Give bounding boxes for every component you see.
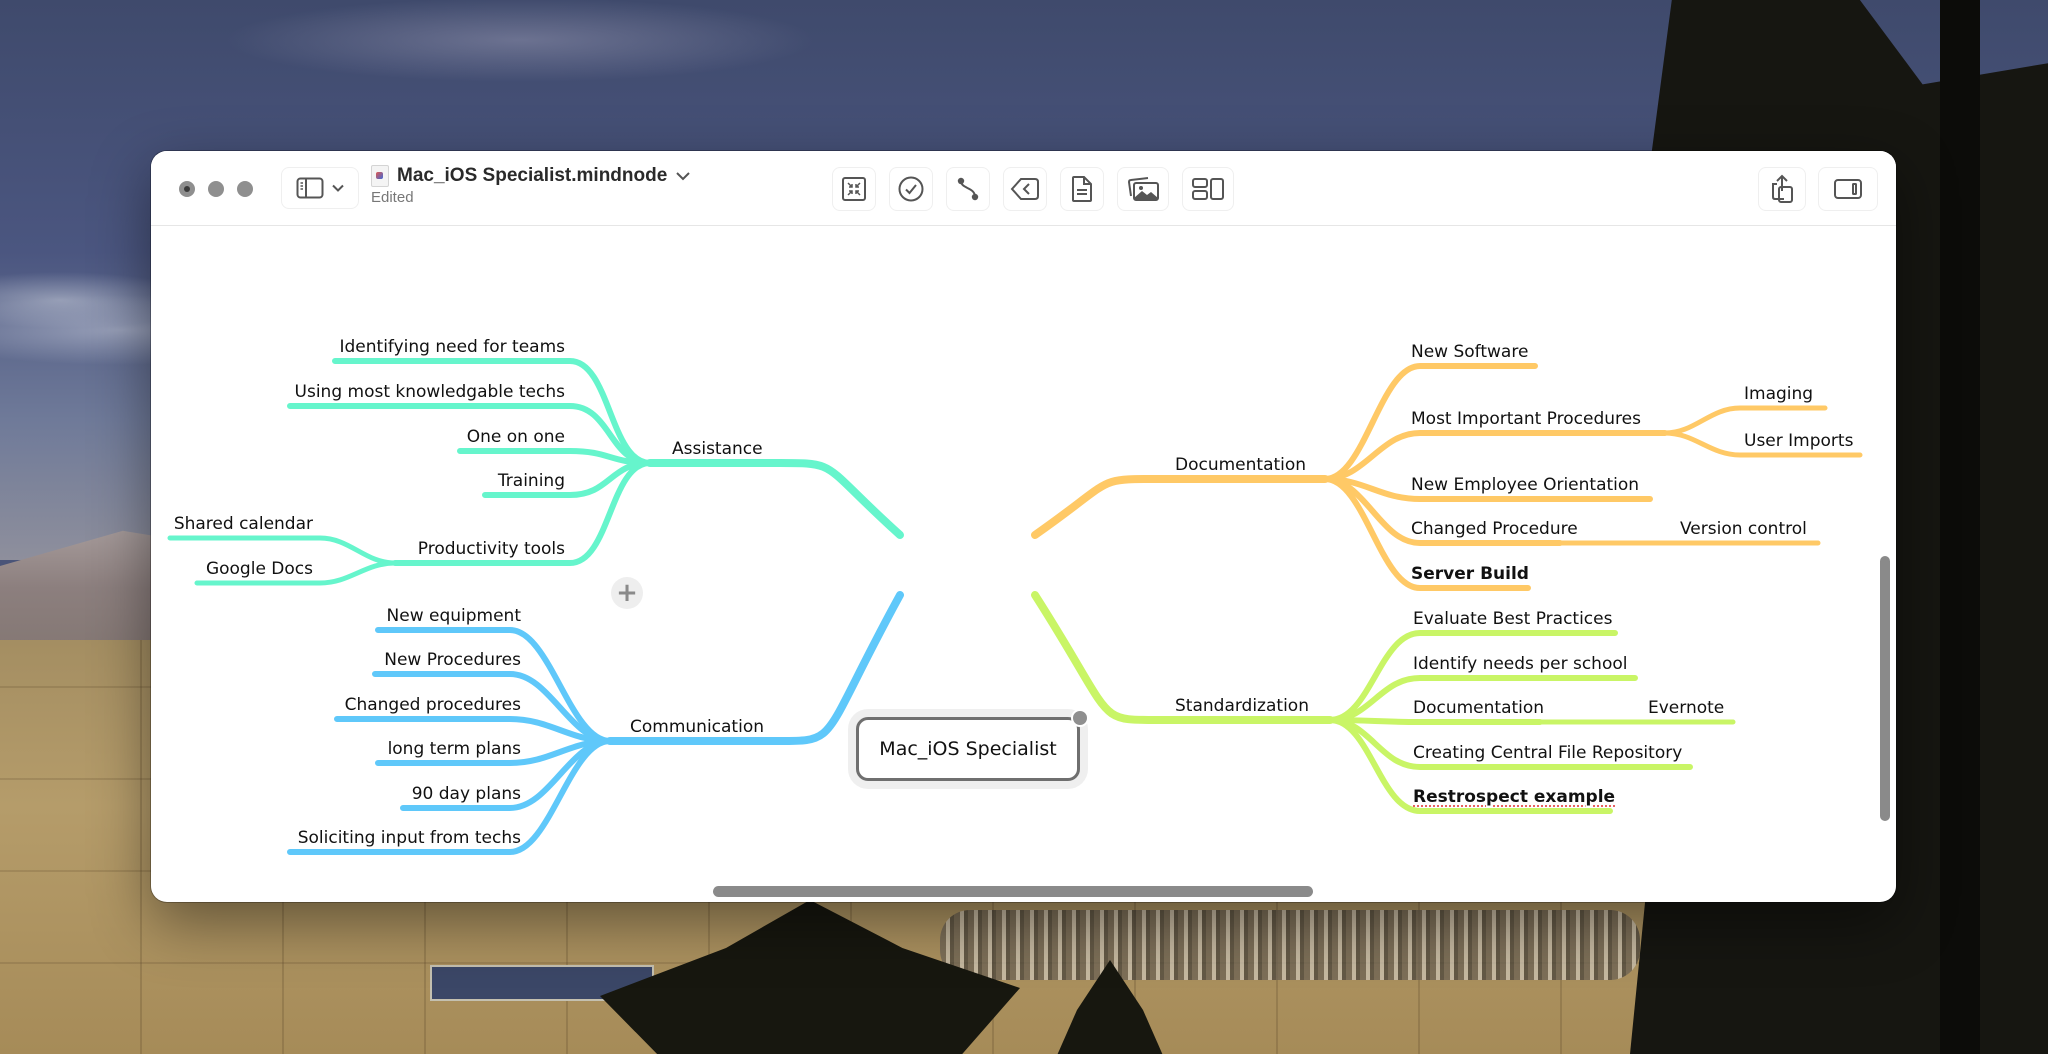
child-connector <box>334 716 613 744</box>
child-node[interactable]: Changed Procedure <box>1411 519 1578 539</box>
branch-node-communication[interactable]: Communication <box>630 717 764 737</box>
child-connector <box>1327 717 1543 725</box>
child-node[interactable]: New Procedures <box>384 650 521 670</box>
note-document-icon <box>1072 176 1092 202</box>
child-node[interactable]: One on one <box>467 427 565 447</box>
branch-node-standardization[interactable]: Standardization <box>1175 696 1309 716</box>
task-checkmark-icon <box>898 176 924 202</box>
inspector-toggle-button[interactable] <box>1818 167 1878 211</box>
tag-button[interactable] <box>1003 167 1047 211</box>
child-connector <box>1322 430 1668 482</box>
mindmap-canvas[interactable]: Assistance Identifying need for teams Usin… <box>151 226 1896 902</box>
mindnode-file-icon <box>371 165 389 187</box>
inspector-sidebar-icon <box>1834 179 1862 199</box>
grandchild-node[interactable]: Google Docs <box>206 559 313 579</box>
wallpaper-town <box>940 910 1640 980</box>
sidebar-icon <box>296 177 324 199</box>
close-window-button[interactable] <box>179 181 195 197</box>
focus-button[interactable] <box>832 167 876 211</box>
root-node-label: Mac_iOS Specialist <box>879 738 1057 760</box>
wallpaper-tree-trunk <box>1940 0 1980 1054</box>
child-node[interactable]: Training <box>498 471 565 491</box>
task-button[interactable] <box>889 167 933 211</box>
child-node[interactable]: Soliciting input from techs <box>298 828 521 848</box>
connection-icon <box>957 177 979 201</box>
child-node[interactable]: Restrospect example <box>1413 787 1615 807</box>
child-node[interactable]: New Employee Orientation <box>1411 475 1639 495</box>
grandchild-node[interactable]: Version control <box>1680 519 1807 539</box>
document-status: Edited <box>371 189 414 206</box>
branch-node-assistance[interactable]: Assistance <box>672 439 763 459</box>
share-icon <box>1772 174 1793 203</box>
grandchild-node[interactable]: User Imports <box>1744 431 1853 451</box>
image-gallery-icon <box>1127 177 1159 201</box>
tag-back-icon <box>1010 178 1039 200</box>
window-controls <box>179 181 253 197</box>
grandchild-node[interactable]: Shared calendar <box>174 514 313 534</box>
child-node[interactable]: New Software <box>1411 342 1528 362</box>
child-node[interactable]: New equipment <box>387 606 521 626</box>
main-toolbar <box>832 167 1234 211</box>
child-node[interactable]: Identify needs per school <box>1413 654 1627 674</box>
titlebar: Mac_iOS Specialist.mindnode Edited <box>151 151 1896 226</box>
child-node[interactable]: Creating Central File Repository <box>1413 743 1682 763</box>
share-button[interactable] <box>1758 167 1806 211</box>
child-node[interactable]: Identifying need for teams <box>340 337 566 357</box>
root-connection-handle[interactable] <box>1071 709 1089 727</box>
connection-button[interactable] <box>946 167 990 211</box>
add-node-button[interactable]: + <box>611 577 643 609</box>
branch-connector <box>646 459 904 539</box>
branch-connector <box>1031 475 1329 539</box>
branch-node-documentation[interactable]: Documentation <box>1175 455 1306 475</box>
child-node[interactable]: Most Important Procedures <box>1411 409 1641 429</box>
mindnode-window: Mac_iOS Specialist.mindnode Edited Assis… <box>151 151 1896 902</box>
title-chevron-down-icon[interactable] <box>675 171 691 181</box>
document-title-area[interactable]: Mac_iOS Specialist.mindnode Edited <box>371 165 691 206</box>
zoom-window-button[interactable] <box>237 181 253 197</box>
child-node[interactable]: Documentation <box>1413 698 1544 718</box>
child-node[interactable]: Server Build <box>1411 564 1529 584</box>
grandchild-node[interactable]: Imaging <box>1744 384 1813 404</box>
right-toolbar <box>1758 167 1878 211</box>
layout-button[interactable] <box>1182 167 1234 211</box>
grandchild-connector <box>1662 405 1828 436</box>
horizontal-scrollbar[interactable] <box>713 886 1313 897</box>
image-button[interactable] <box>1117 167 1169 211</box>
chevron-down-icon <box>332 184 344 192</box>
child-node[interactable]: 90 day plans <box>412 784 521 804</box>
focus-icon <box>842 177 866 201</box>
child-connector <box>332 358 653 466</box>
layout-icon <box>1192 178 1224 200</box>
child-node[interactable]: Using most knowledgable techs <box>295 382 565 402</box>
grandchild-node[interactable]: Evernote <box>1648 698 1724 718</box>
child-node[interactable]: long term plans <box>388 739 521 759</box>
plus-icon: + <box>616 578 638 608</box>
sidebar-toggle-button[interactable] <box>281 167 359 209</box>
minimize-window-button[interactable] <box>208 181 224 197</box>
root-node[interactable]: Mac_iOS Specialist <box>856 717 1080 781</box>
note-button[interactable] <box>1060 167 1104 211</box>
vertical-scrollbar[interactable] <box>1880 556 1890 821</box>
child-node[interactable]: Productivity tools <box>418 539 565 559</box>
child-node[interactable]: Evaluate Best Practices <box>1413 609 1612 629</box>
document-title: Mac_iOS Specialist.mindnode <box>397 165 668 186</box>
child-node[interactable]: Changed procedures <box>345 695 521 715</box>
